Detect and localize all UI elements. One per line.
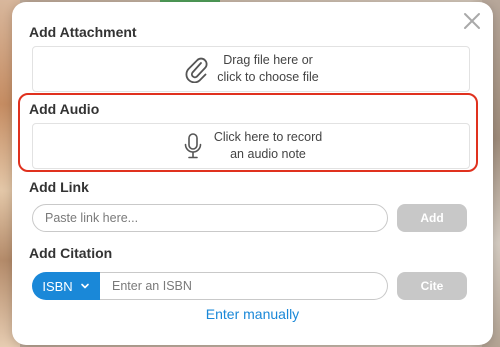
audio-line2: an audio note xyxy=(230,147,306,161)
audio-line1: Click here to record xyxy=(213,130,323,144)
link-title: Add Link xyxy=(29,179,89,195)
link-input[interactable] xyxy=(32,204,388,232)
attachment-dropzone[interactable]: Drag file here or click to choose file xyxy=(32,46,470,92)
chevron-down-icon xyxy=(80,281,90,291)
cite-button[interactable]: Cite xyxy=(397,272,467,300)
attachment-drop-line1: Drag file here or xyxy=(223,53,313,67)
paperclip-icon xyxy=(183,55,209,83)
audio-title: Add Audio xyxy=(29,101,100,117)
add-link-button[interactable]: Add xyxy=(397,204,467,232)
attachment-title: Add Attachment xyxy=(29,24,137,40)
microphone-icon xyxy=(180,132,206,160)
citation-title: Add Citation xyxy=(29,245,113,261)
attachment-drop-line2: click to choose file xyxy=(217,70,319,84)
record-audio-button[interactable]: Click here to record an audio note xyxy=(32,123,470,169)
enter-manually-link[interactable]: Enter manually xyxy=(12,306,493,322)
isbn-input[interactable] xyxy=(100,272,388,300)
close-icon[interactable] xyxy=(461,10,483,32)
citation-type-select[interactable]: ISBN xyxy=(32,272,100,300)
attachment-modal: Add Attachment Drag file here or click t… xyxy=(12,2,493,345)
citation-type-label: ISBN xyxy=(42,278,73,294)
